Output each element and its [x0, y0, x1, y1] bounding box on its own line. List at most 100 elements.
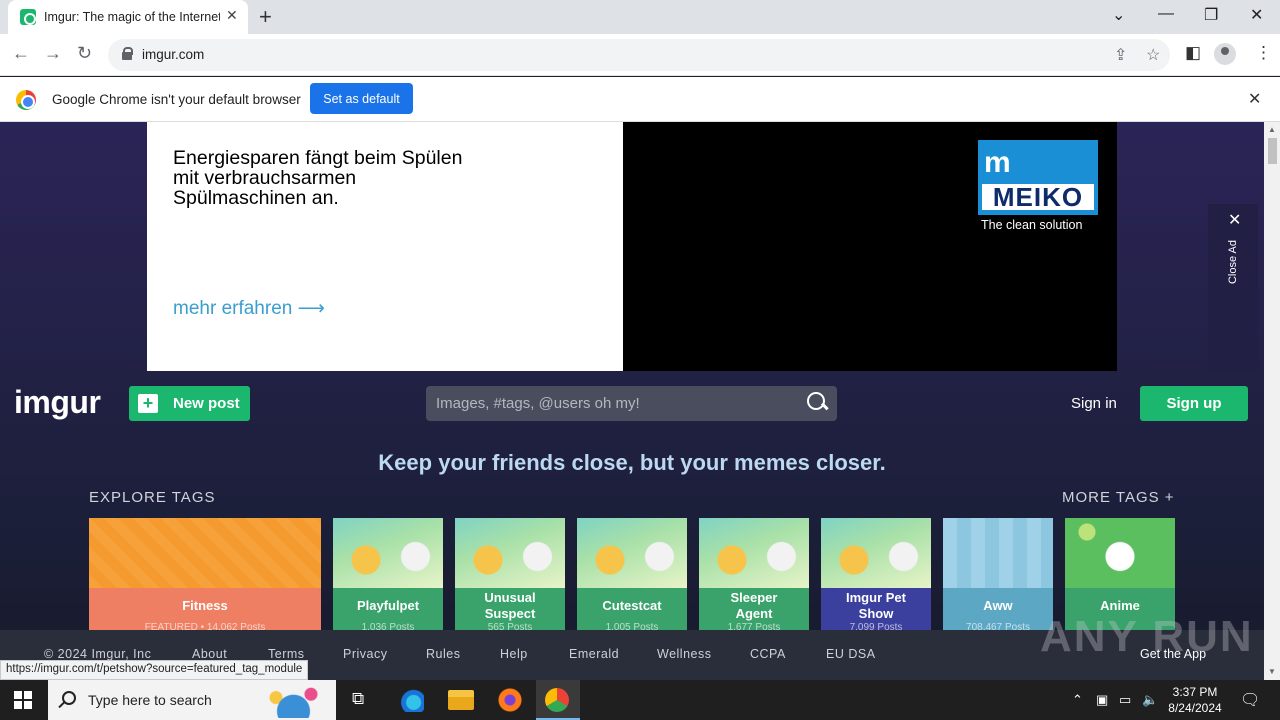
page-tagline: Keep your friends close, but your memes …	[378, 450, 886, 475]
tag-name: Unusual Suspect	[484, 590, 536, 621]
default-browser-infobar: Google Chrome isn't your default browser…	[0, 77, 1280, 122]
firefox-icon[interactable]	[497, 688, 523, 712]
window-close-icon[interactable]: ✕	[1250, 5, 1263, 25]
search-icon[interactable]	[807, 392, 827, 412]
sign-in-link[interactable]: Sign in	[1071, 395, 1117, 412]
ad-copy-line: mit verbrauchsarmen	[173, 167, 357, 189]
browser-tab[interactable]: Imgur: The magic of the Internet ✕	[8, 0, 248, 34]
meiko-mark: m	[984, 146, 1011, 179]
file-explorer-icon[interactable]	[448, 690, 474, 710]
tag-image	[577, 518, 687, 588]
page-scrollbar[interactable]: ▲ ▼	[1264, 122, 1280, 680]
search-box[interactable]	[426, 386, 837, 421]
set-as-default-button[interactable]: Set as default	[310, 83, 413, 114]
edge-icon[interactable]	[398, 688, 424, 712]
task-view-icon[interactable]: ⧉	[352, 689, 364, 709]
chrome-taskbar-button[interactable]	[536, 680, 580, 720]
footer-copyright: © 2024 Imgur, Inc	[44, 647, 152, 661]
tag-name: Fitness	[182, 598, 228, 613]
lock-icon[interactable]	[122, 47, 133, 60]
taskbar-search-text: Type here to search	[88, 692, 212, 708]
tag-card-unusual-suspect[interactable]: Unusual Suspect 565 Posts	[455, 518, 565, 638]
url-text[interactable]: imgur.com	[142, 47, 204, 62]
ad-video[interactable]: m MEIKO The clean solution ▷ ✕	[623, 122, 1117, 371]
infobar-close-icon[interactable]: ✕	[1248, 89, 1261, 109]
banner-ad[interactable]: Energiesparen fängt beim Spülen mit verb…	[147, 122, 1117, 371]
forward-icon[interactable]: →	[44, 43, 62, 64]
meiko-wordmark: MEIKO	[982, 184, 1094, 210]
start-tile	[14, 691, 22, 699]
tag-card-fitness[interactable]: Fitness FEATURED • 14,062 Posts	[89, 518, 321, 638]
footer-link-emerald[interactable]: Emerald	[569, 647, 619, 661]
back-icon[interactable]: ←	[12, 43, 30, 64]
tag-name: Sleeper Agent	[730, 590, 778, 621]
notification-icon[interactable]: 🗨	[1240, 690, 1260, 710]
tab-title: Imgur: The magic of the Internet	[44, 10, 220, 24]
more-tags-link[interactable]: MORE TAGS +	[1062, 489, 1175, 506]
ad-learn-more-link[interactable]: mehr erfahren ⟶	[173, 297, 325, 320]
footer-link-wellness[interactable]: Wellness	[657, 647, 711, 661]
ad-copy: Energiesparen fängt beim Spülen mit verb…	[173, 148, 493, 208]
windows-start-icon[interactable]	[14, 691, 32, 709]
restore-icon[interactable]: ❐	[1204, 5, 1218, 25]
scroll-down-icon[interactable]: ▼	[1268, 667, 1276, 676]
tag-card-imgur-pet-show[interactable]: Imgur Pet Show 7,099 Posts	[821, 518, 931, 638]
network-icon[interactable]: ▭	[1119, 692, 1131, 708]
close-ad-x-icon[interactable]: ✕	[1228, 210, 1241, 230]
new-post-label: New post	[173, 395, 240, 412]
reload-icon[interactable]: ↻	[77, 43, 92, 64]
browser-toolbar: ← → ↻ imgur.com ⇪ ☆ ◧ ⋮	[0, 34, 1280, 76]
tag-name: Playfulpet	[356, 598, 420, 613]
tag-image	[821, 518, 931, 588]
network-adapter-icon[interactable]: ▣	[1096, 692, 1108, 708]
close-ad-button[interactable]: ✕ Close Ad	[1208, 204, 1258, 370]
sign-up-button[interactable]: Sign up	[1140, 386, 1248, 421]
minimize-icon[interactable]: —	[1158, 5, 1174, 23]
anyrun-watermark: ANY RUN	[1040, 612, 1254, 661]
chrome-logo-icon	[16, 90, 36, 110]
footer-link-privacy[interactable]: Privacy	[343, 647, 387, 661]
tag-name: Imgur Pet Show	[846, 590, 906, 621]
tag-card-playfulpet[interactable]: Playfulpet 1,036 Posts	[333, 518, 443, 638]
footer-link-ccpa[interactable]: CCPA	[750, 647, 786, 661]
tag-image	[943, 518, 1053, 588]
footer-link-terms[interactable]: Terms	[268, 647, 305, 661]
clock-time: 3:37 PM	[1172, 685, 1218, 699]
new-tab-icon[interactable]: +	[259, 4, 272, 30]
search-input[interactable]	[436, 386, 796, 421]
clock-date: 8/24/2024	[1168, 701, 1222, 715]
windows-taskbar: Type here to search ⧉ ⌃ ▣ ▭ 🔈 3:37 PM 8/…	[0, 680, 1280, 720]
footer-link-rules[interactable]: Rules	[426, 647, 460, 661]
close-ad-label: Close Ad	[1227, 239, 1240, 285]
meiko-logo: m MEIKO	[978, 140, 1098, 215]
tag-card-cutestcat[interactable]: Cutestcat 1,005 Posts	[577, 518, 687, 638]
start-tile	[24, 701, 32, 709]
footer-link-help[interactable]: Help	[500, 647, 528, 661]
imgur-page: Energiesparen fängt beim Spülen mit verb…	[0, 122, 1264, 680]
imgur-logo[interactable]: imgur	[14, 384, 101, 421]
footer-link-eu-dsa[interactable]: EU DSA	[826, 647, 876, 661]
scroll-thumb[interactable]	[1268, 138, 1277, 164]
tag-card-aww[interactable]: Aww 708,467 Posts	[943, 518, 1053, 638]
volume-icon[interactable]: 🔈	[1142, 692, 1158, 708]
start-tile	[14, 701, 22, 709]
tag-card-sleeper-agent[interactable]: Sleeper Agent 1,677 Posts	[699, 518, 809, 638]
profile-avatar-icon[interactable]	[1214, 43, 1236, 65]
tag-name: Cutestcat	[602, 598, 662, 613]
share-icon[interactable]: ⇪	[1114, 45, 1127, 65]
tab-close-icon[interactable]: ✕	[226, 7, 238, 24]
menu-kebab-icon[interactable]: ⋮	[1255, 43, 1272, 63]
address-bar[interactable]: imgur.com ⇪ ☆	[108, 39, 1170, 71]
new-post-button[interactable]: + New post	[129, 386, 250, 421]
footer-link-about[interactable]: About	[192, 647, 227, 661]
tray-chevron-icon[interactable]: ⌃	[1072, 692, 1083, 708]
tag-name: Aww	[983, 598, 1013, 613]
side-panel-icon[interactable]: ◧	[1185, 43, 1201, 63]
tab-strip: Imgur: The magic of the Internet ✕ + ⌄ —…	[0, 0, 1280, 34]
taskbar-clock[interactable]: 3:37 PM 8/24/2024	[1168, 684, 1222, 716]
tag-image	[455, 518, 565, 588]
taskbar-search[interactable]: Type here to search	[48, 680, 336, 720]
scroll-up-icon[interactable]: ▲	[1268, 125, 1276, 134]
tab-search-chevron-icon[interactable]: ⌄	[1112, 5, 1125, 25]
bookmark-star-icon[interactable]: ☆	[1146, 45, 1160, 65]
